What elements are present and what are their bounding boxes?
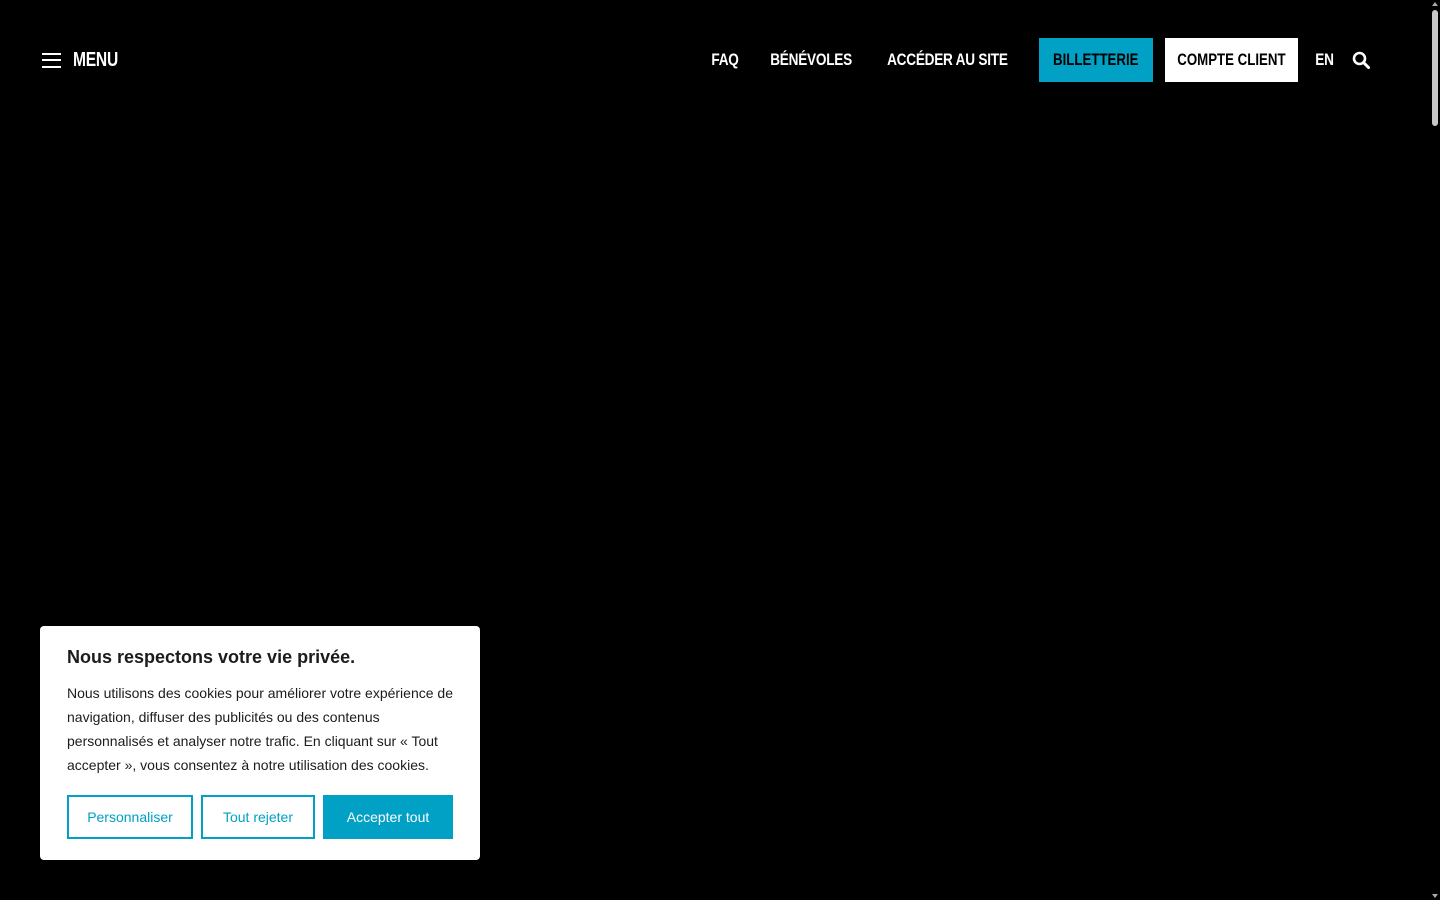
site-header: Menu FAQ Bénévoles Accéder au site Bille…	[0, 0, 1430, 120]
scrollbar-thumb[interactable]	[1432, 10, 1438, 126]
vertical-scrollbar[interactable]	[1430, 0, 1440, 900]
menu-button[interactable]: Menu	[42, 46, 131, 74]
compte-client-label: Compte client	[1177, 50, 1286, 69]
nav-link-acceder-au-site[interactable]: Accéder au site	[887, 50, 1008, 70]
top-nav: FAQ Bénévoles Accéder au site Billetteri…	[711, 38, 1372, 82]
cookie-description: Nous utilisons des cookies pour améliore…	[67, 685, 453, 773]
accepter-tout-button[interactable]: Accepter tout	[323, 795, 453, 839]
hamburger-icon	[42, 52, 61, 68]
scroll-up-arrow-icon[interactable]	[1432, 2, 1438, 6]
cookie-title: Nous respectons votre vie privée.	[67, 647, 356, 667]
scroll-down-arrow-icon[interactable]	[1432, 894, 1438, 898]
cookie-consent-dialog: Nous respectons votre vie privée. Nous u…	[40, 626, 480, 860]
billetterie-label: Billetterie	[1053, 50, 1139, 69]
personnaliser-button[interactable]: Personnaliser	[67, 795, 193, 839]
cookie-actions: Personnaliser Tout rejeter Accepter tout	[67, 795, 453, 839]
billetterie-button[interactable]: Billetterie	[1038, 38, 1153, 82]
menu-label: Menu	[73, 48, 118, 71]
nav-link-benevoles[interactable]: Bénévoles	[770, 50, 852, 70]
tout-rejeter-button[interactable]: Tout rejeter	[201, 795, 315, 839]
search-icon[interactable]	[1352, 50, 1372, 70]
language-switch-en[interactable]: EN	[1315, 50, 1334, 70]
compte-client-button[interactable]: Compte client	[1164, 38, 1298, 82]
nav-link-faq[interactable]: FAQ	[711, 50, 738, 70]
